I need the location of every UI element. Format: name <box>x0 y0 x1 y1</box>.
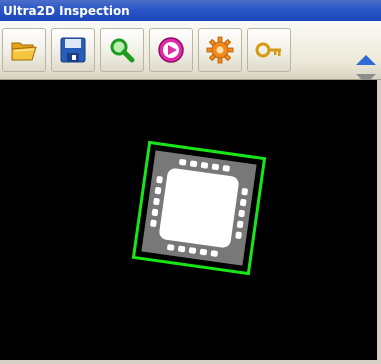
folder-open-icon <box>11 42 37 61</box>
magnifier-icon <box>110 38 135 63</box>
settings-button[interactable] <box>198 28 242 72</box>
gear-icon <box>206 36 234 64</box>
triangle-up-icon[interactable] <box>356 55 376 65</box>
title-bar: Ultra2D Inspection <box>0 0 381 21</box>
save-button[interactable] <box>51 28 95 72</box>
open-button[interactable] <box>2 28 46 72</box>
image-viewport[interactable] <box>0 80 377 360</box>
run-button[interactable] <box>149 28 193 72</box>
window-border <box>377 80 381 360</box>
inspect-button[interactable] <box>100 28 144 72</box>
toolbar <box>0 21 381 84</box>
floppy-disk-icon <box>60 37 86 63</box>
inspection-image <box>0 80 377 360</box>
play-icon <box>158 37 184 63</box>
key-icon <box>255 42 281 58</box>
chip-pad <box>159 168 239 248</box>
window-title: Ultra2D Inspection <box>3 4 130 18</box>
app-window: Ultra2D Inspection <box>0 0 381 360</box>
license-button[interactable] <box>247 28 291 72</box>
